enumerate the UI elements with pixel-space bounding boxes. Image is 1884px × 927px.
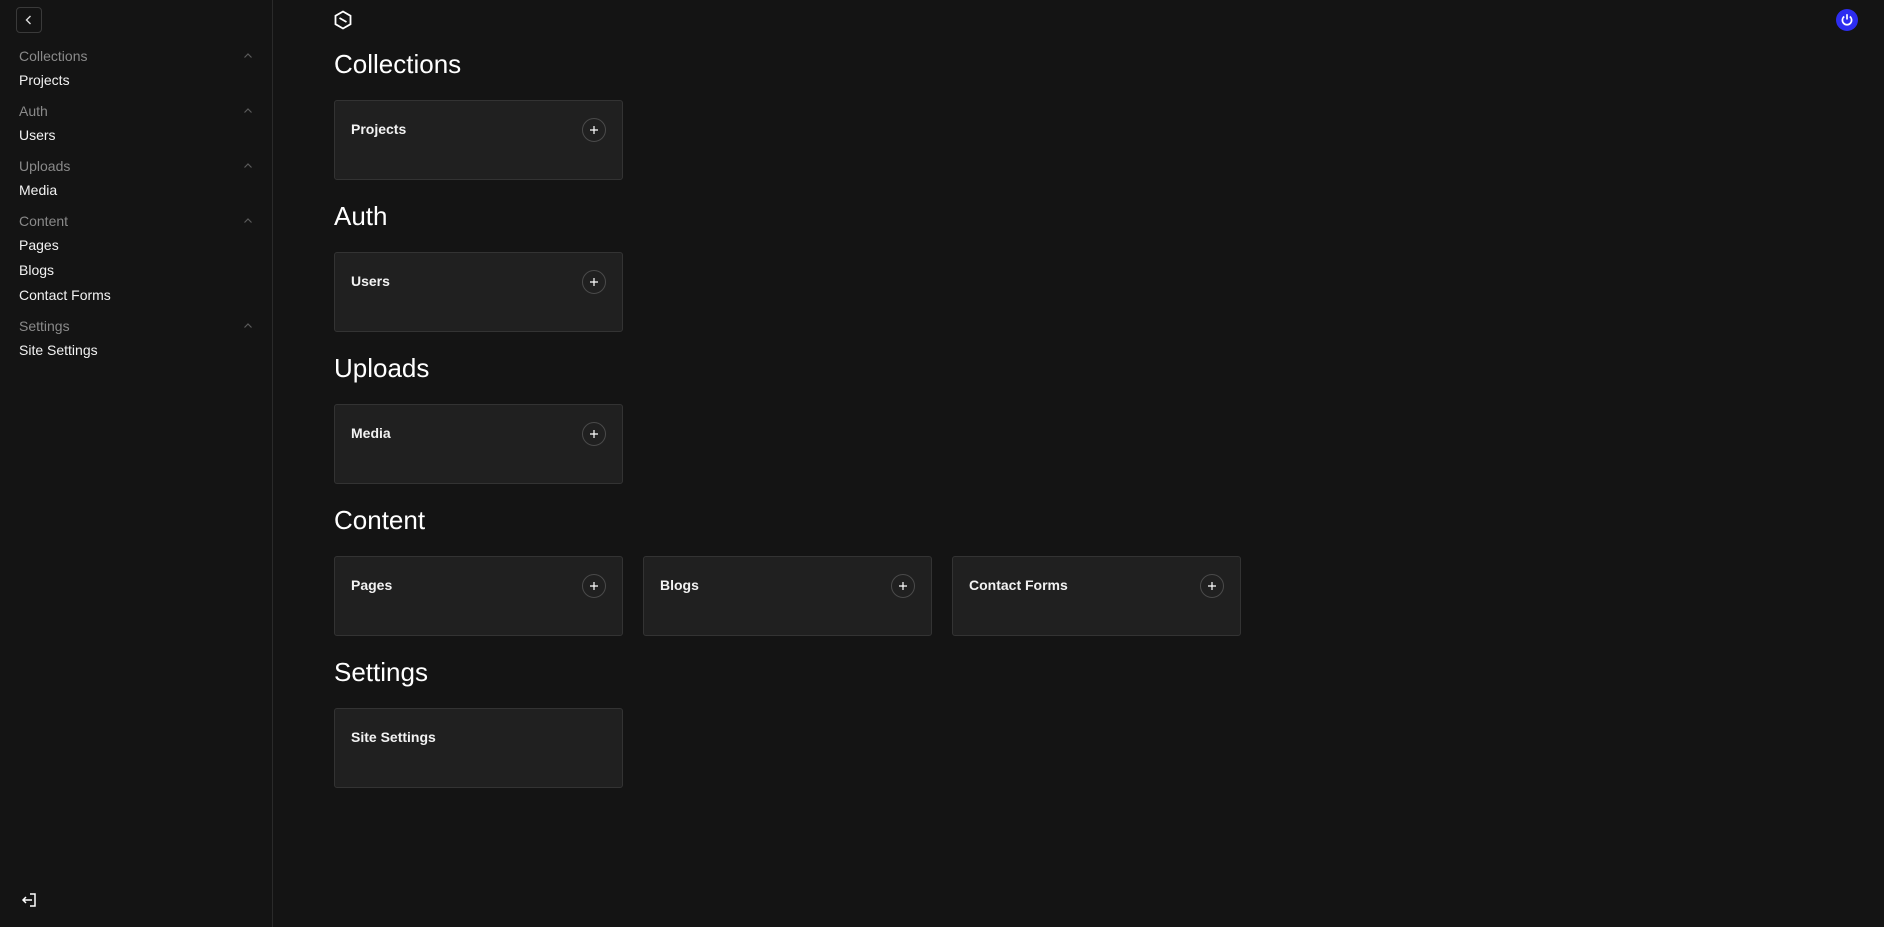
chevron-up-icon — [242, 320, 254, 332]
logout-icon — [21, 893, 36, 907]
card-row-settings: Site Settings — [334, 708, 623, 788]
plus-icon — [899, 582, 907, 590]
power-icon — [1841, 14, 1853, 26]
payload-logo-icon[interactable] — [333, 10, 353, 30]
card-media[interactable]: Media — [334, 404, 623, 484]
create-projects-button[interactable] — [582, 118, 606, 142]
sidebar-item-site-settings[interactable]: Site Settings — [0, 338, 272, 363]
sidebar-item-blogs[interactable]: Blogs — [0, 258, 272, 283]
chevron-up-icon — [242, 105, 254, 117]
card-blogs[interactable]: Blogs — [643, 556, 932, 636]
nav-group-label: Collections — [19, 48, 88, 64]
card-row-content: Pages Blogs Contact Forms — [334, 556, 1241, 636]
logout-button[interactable] — [19, 890, 39, 910]
section-title-content: Content — [334, 505, 426, 535]
card-users[interactable]: Users — [334, 252, 623, 332]
card-title: Contact Forms — [969, 577, 1068, 593]
create-users-button[interactable] — [582, 270, 606, 294]
nav-group-header-collections[interactable]: Collections — [0, 44, 272, 68]
section-title-uploads: Uploads — [334, 353, 430, 383]
nav-group-label: Content — [19, 213, 69, 229]
card-title: Pages — [351, 577, 393, 593]
sidebar-item-projects[interactable]: Projects — [0, 68, 272, 93]
collapse-sidebar-button[interactable] — [16, 7, 42, 33]
nav-group-auth: Auth Users — [0, 99, 272, 148]
card-title: Users — [351, 273, 390, 289]
nav-group-label: Auth — [19, 103, 48, 119]
card-contact-forms[interactable]: Contact Forms — [952, 556, 1241, 636]
card-row-auth: Users — [334, 252, 623, 332]
nav-group-label: Uploads — [19, 158, 71, 174]
section-title-settings: Settings — [334, 657, 428, 687]
card-title: Media — [351, 425, 391, 441]
sidebar-item-pages[interactable]: Pages — [0, 233, 272, 258]
create-media-button[interactable] — [582, 422, 606, 446]
card-title: Blogs — [660, 577, 699, 593]
chevron-up-icon — [242, 160, 254, 172]
sidebar-nav: Collections Projects Auth Users Uploads … — [0, 44, 272, 369]
nav-group-header-uploads[interactable]: Uploads — [0, 154, 272, 178]
nav-group-header-settings[interactable]: Settings — [0, 314, 272, 338]
nav-group-header-auth[interactable]: Auth — [0, 99, 272, 123]
plus-icon — [1208, 582, 1216, 590]
section-title-collections: Collections — [334, 49, 462, 79]
card-projects[interactable]: Projects — [334, 100, 623, 180]
create-contact-forms-button[interactable] — [1200, 574, 1224, 598]
nav-group-settings: Settings Site Settings — [0, 314, 272, 363]
card-pages[interactable]: Pages — [334, 556, 623, 636]
card-row-uploads: Media — [334, 404, 623, 484]
dashboard-main: Collections Projects Auth Users Uploads … — [274, 0, 1884, 927]
plus-icon — [590, 126, 598, 134]
create-blogs-button[interactable] — [891, 574, 915, 598]
plus-icon — [590, 582, 598, 590]
nav-group-header-content[interactable]: Content — [0, 209, 272, 233]
card-site-settings[interactable]: Site Settings — [334, 708, 623, 788]
nav-group-content: Content Pages Blogs Contact Forms — [0, 209, 272, 308]
section-title-auth: Auth — [334, 201, 388, 231]
sidebar-item-contact-forms[interactable]: Contact Forms — [0, 283, 272, 308]
account-avatar[interactable] — [1836, 9, 1858, 31]
card-title: Projects — [351, 121, 407, 137]
plus-icon — [590, 278, 598, 286]
plus-icon — [590, 430, 598, 438]
card-title: Site Settings — [351, 729, 436, 745]
nav-group-label: Settings — [19, 318, 70, 334]
chevron-up-icon — [242, 50, 254, 62]
sidebar: Collections Projects Auth Users Uploads … — [0, 0, 273, 927]
nav-group-collections: Collections Projects — [0, 44, 272, 93]
create-pages-button[interactable] — [582, 574, 606, 598]
sidebar-item-media[interactable]: Media — [0, 178, 272, 203]
chevron-up-icon — [242, 215, 254, 227]
card-row-collections: Projects — [334, 100, 623, 180]
nav-group-uploads: Uploads Media — [0, 154, 272, 203]
sidebar-item-users[interactable]: Users — [0, 123, 272, 148]
chevron-left-icon — [25, 15, 31, 25]
